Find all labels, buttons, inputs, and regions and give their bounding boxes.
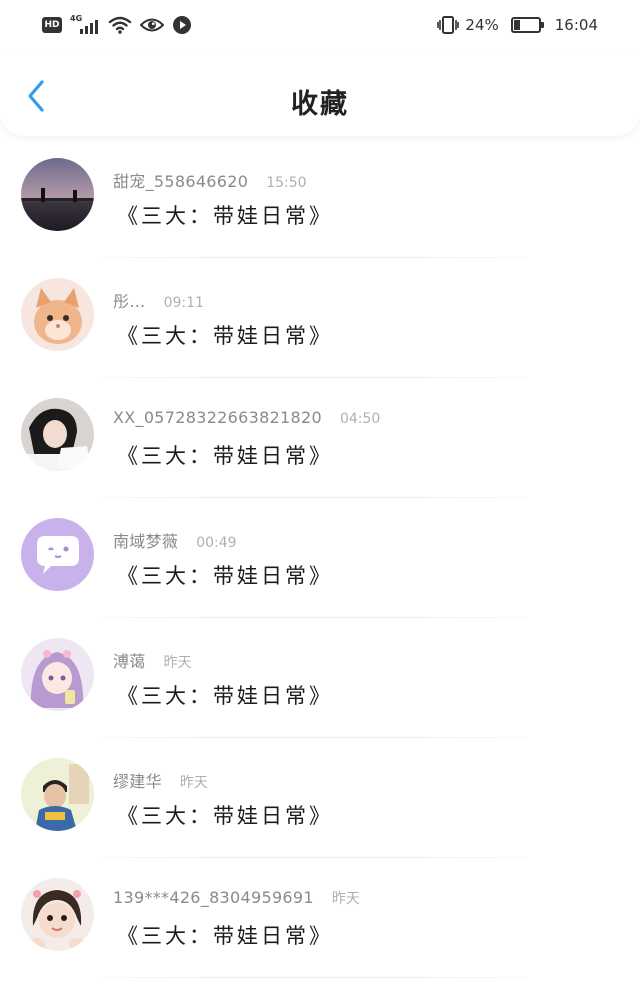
- user-name[interactable]: 139***426_8304959691: [113, 888, 314, 907]
- timestamp: 昨天: [179, 775, 208, 791]
- cellular-signal-icon: 4G: [70, 14, 100, 36]
- item-meta: XX_05728322663821820 04:50: [113, 408, 380, 427]
- book-title[interactable]: 《三大：带娃日常》: [117, 440, 333, 470]
- item-meta: 溥蔼 昨天: [113, 648, 192, 672]
- item-meta: 甜宠_558646620 15:50: [113, 168, 307, 192]
- timestamp: 00:49: [196, 535, 237, 551]
- user-name[interactable]: XX_05728322663821820: [113, 408, 322, 427]
- user-name[interactable]: 彤…: [113, 288, 146, 312]
- favorites-screen: HD 4G 24% ⚡ 16:04 收藏 甜宠_558646620 15:50 …: [0, 0, 640, 981]
- eye-icon: [140, 16, 164, 34]
- list-item[interactable]: 南域梦薇 00:49 《三大：带娃日常》: [0, 498, 640, 618]
- user-name[interactable]: 南域梦薇: [113, 528, 178, 552]
- book-title[interactable]: 《三大：带娃日常》: [117, 800, 333, 830]
- child-photo-avatar[interactable]: [21, 878, 94, 951]
- wifi-icon: [108, 15, 132, 35]
- list-item[interactable]: 彤… 09:11 《三大：带娃日常》: [0, 258, 640, 378]
- item-meta: 缪建华 昨天: [113, 768, 208, 792]
- chat-bubble-avatar[interactable]: [21, 518, 94, 591]
- book-title[interactable]: 《三大：带娃日常》: [117, 200, 333, 230]
- play-icon: [172, 15, 192, 35]
- user-name[interactable]: 缪建华: [113, 768, 162, 792]
- item-meta: 139***426_8304959691 昨天: [113, 888, 360, 908]
- status-right: 24% ⚡ 16:04: [437, 15, 598, 35]
- divider: [100, 977, 528, 978]
- book-title[interactable]: 《三大：带娃日常》: [117, 680, 333, 710]
- book-title[interactable]: 《三大：带娃日常》: [117, 320, 333, 350]
- sunset-bridge-avatar[interactable]: [21, 158, 94, 231]
- user-name[interactable]: 溥蔼: [113, 648, 146, 672]
- status-bar: HD 4G 24% ⚡ 16:04: [0, 0, 640, 56]
- timestamp: 昨天: [331, 891, 360, 907]
- list-item[interactable]: 139***426_8304959691 昨天 《三大：带娃日常》: [0, 858, 640, 978]
- anime-girl-avatar[interactable]: [21, 638, 94, 711]
- list-item[interactable]: 缪建华 昨天 《三大：带娃日常》: [0, 738, 640, 858]
- kitten-avatar[interactable]: [21, 278, 94, 351]
- timestamp: 04:50: [339, 411, 381, 427]
- timestamp: 15:50: [266, 175, 307, 191]
- favorites-list: 甜宠_558646620 15:50 《三大：带娃日常》 彤… 09:11 《三…: [0, 138, 640, 978]
- nav-header: 收藏: [0, 56, 640, 136]
- book-title[interactable]: 《三大：带娃日常》: [117, 920, 333, 950]
- timestamp: 昨天: [163, 655, 192, 671]
- list-item[interactable]: 甜宠_558646620 15:50 《三大：带娃日常》: [0, 138, 640, 258]
- list-item[interactable]: XX_05728322663821820 04:50 《三大：带娃日常》: [0, 378, 640, 498]
- hd-icon: HD: [42, 17, 62, 33]
- battery-icon: ⚡: [510, 17, 544, 33]
- item-meta: 南域梦薇 00:49: [113, 528, 237, 552]
- girl-photo-avatar[interactable]: [21, 398, 94, 471]
- vibrate-icon: [437, 15, 460, 35]
- battery-percent: 24%: [465, 16, 499, 34]
- book-title[interactable]: 《三大：带娃日常》: [117, 560, 333, 590]
- boy-photo-avatar[interactable]: [21, 758, 94, 831]
- page-title: 收藏: [291, 89, 349, 120]
- item-meta: 彤… 09:11: [113, 288, 204, 312]
- user-name[interactable]: 甜宠_558646620: [113, 168, 248, 192]
- clock: 16:04: [554, 16, 598, 34]
- timestamp: 09:11: [163, 295, 204, 311]
- status-left: HD 4G: [42, 14, 192, 36]
- list-item[interactable]: 溥蔼 昨天 《三大：带娃日常》: [0, 618, 640, 738]
